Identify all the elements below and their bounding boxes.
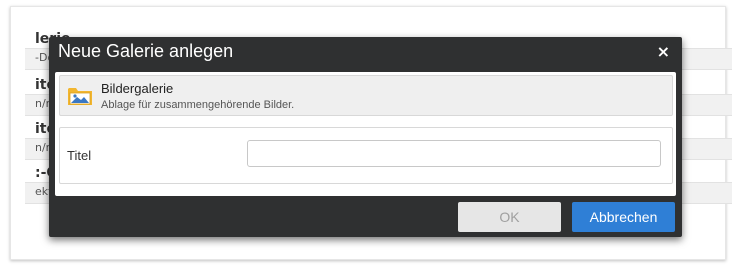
title-input[interactable]	[247, 140, 661, 167]
close-icon[interactable]: ×	[657, 42, 670, 62]
cancel-button[interactable]: Abbrechen	[572, 202, 675, 232]
title-field-label: Titel	[67, 148, 92, 163]
new-gallery-dialog: Neue Galerie anlegen × Bildergalerie Abl…	[49, 37, 682, 237]
dialog-header: Neue Galerie anlegen ×	[49, 37, 682, 69]
ok-button[interactable]: OK	[458, 202, 561, 232]
title-field-group: Titel	[59, 127, 673, 184]
gallery-type-title: Bildergalerie	[101, 81, 174, 96]
folder-image-icon	[68, 88, 92, 105]
dialog-title: Neue Galerie anlegen	[58, 41, 234, 61]
gallery-type-description: Ablage für zusammengehörende Bilder.	[101, 99, 295, 111]
gallery-type-option[interactable]: Bildergalerie Ablage für zusammengehören…	[59, 75, 673, 116]
dialog-body: Bildergalerie Ablage für zusammengehören…	[55, 72, 676, 196]
dialog-footer: OK Abbrechen	[49, 197, 682, 237]
